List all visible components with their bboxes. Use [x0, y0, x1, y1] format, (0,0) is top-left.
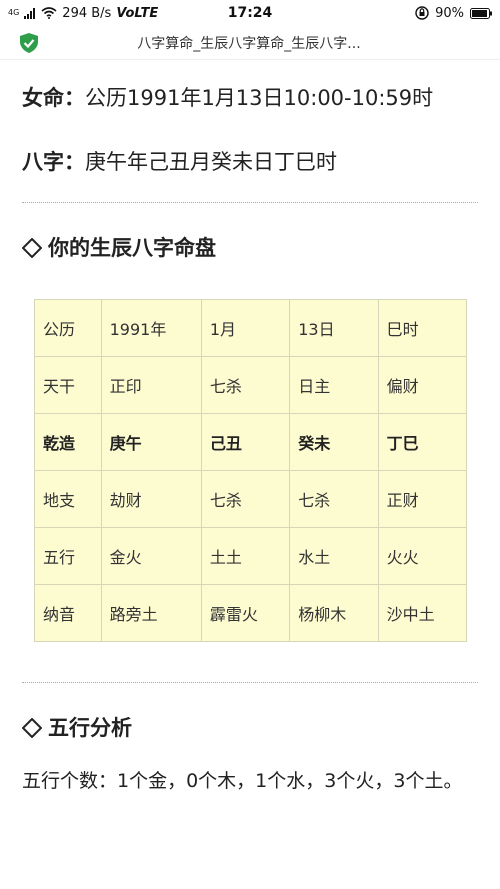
- table-cell: 七杀: [200, 356, 291, 414]
- battery-percent: 90%: [435, 5, 465, 21]
- network-type: 4G: [8, 8, 20, 17]
- birth-info-row: 女命：公历1991年1月13日10:00-10:59时: [22, 78, 478, 118]
- table-cell: 七杀: [289, 470, 379, 528]
- table-cell: 霹雷火: [200, 584, 291, 642]
- gender-label: 女命：: [22, 86, 85, 110]
- row-header-cell: 纳音: [34, 584, 102, 642]
- table-cell: 偏财: [377, 356, 468, 414]
- table-cell: 土土: [200, 527, 291, 585]
- main-content: 女命：公历1991年1月13日10:00-10:59时 八字：庚午年己丑月癸未日…: [0, 78, 500, 799]
- network-speed: 294 B/s: [62, 5, 112, 21]
- divider: [22, 202, 478, 203]
- table-cell: 杨柳木: [289, 584, 379, 642]
- table-row: 五行 金火 土土 水土 火火: [34, 527, 468, 585]
- divider: [22, 682, 478, 683]
- bazi-text: 庚午年己丑月癸未日丁巳时: [85, 150, 337, 174]
- table-row: 地支 劫财 七杀 七杀 正财: [34, 470, 468, 528]
- table-cell: 巳时: [377, 299, 468, 357]
- volte-indicator: VoLTE: [116, 5, 159, 21]
- wuxing-title: 五行分析: [48, 716, 132, 740]
- diamond-icon: [22, 718, 42, 738]
- table-row: 乾造 庚午 己丑 癸未 丁巳: [34, 413, 468, 471]
- signal-icon: [24, 7, 36, 19]
- diamond-icon: [22, 238, 42, 258]
- row-header-cell: 天干: [34, 356, 102, 414]
- chart-title: 你的生辰八字命盘: [48, 236, 216, 260]
- table-cell: 日主: [289, 356, 379, 414]
- table-cell: 1991年: [100, 299, 202, 357]
- table-cell: 正财: [377, 470, 468, 528]
- table-cell: 劫财: [100, 470, 202, 528]
- bazi-label: 八字：: [22, 150, 85, 174]
- wuxing-section-title: 五行分析: [22, 711, 478, 745]
- table-cell: 水土: [289, 527, 379, 585]
- table-row: 纳音 路旁土 霹雷火 杨柳木 沙中土: [34, 584, 468, 642]
- birth-text: 公历1991年1月13日10:00-10:59时: [85, 86, 434, 110]
- table-row: 天干 正印 七杀 日主 偏财: [34, 356, 468, 414]
- wifi-icon: [41, 7, 57, 19]
- table-cell: 1月: [200, 299, 291, 357]
- table-cell: 火火: [377, 527, 468, 585]
- bazi-chart-table: 公历 1991年 1月 13日 巳时 天干 正印 七杀 日主 偏财 乾造 庚午 己丑 癸未 丁巳 地支 劫财 七杀…: [34, 299, 468, 642]
- chart-section-title: 你的生辰八字命盘: [22, 231, 478, 265]
- clock: 17:24: [227, 5, 273, 21]
- browser-title-bar: 八字算命_生辰八字算命_生辰八字...: [0, 26, 500, 60]
- table-cell: 金火: [100, 527, 202, 585]
- table-cell: 庚午: [100, 413, 202, 471]
- table-cell: 沙中土: [377, 584, 468, 642]
- battery-icon: [470, 7, 493, 19]
- shield-check-icon[interactable]: [20, 32, 38, 53]
- row-header-cell: 五行: [34, 527, 102, 585]
- table-cell: 丁巳: [377, 413, 468, 471]
- table-cell: 正印: [100, 356, 202, 414]
- table-row: 公历 1991年 1月 13日 巳时: [34, 299, 468, 357]
- table-cell: 路旁土: [100, 584, 202, 642]
- row-header-cell: 地支: [34, 470, 102, 528]
- row-header-cell: 乾造: [34, 413, 102, 471]
- rotation-lock-icon: [415, 6, 429, 20]
- page-title: 八字算命_生辰八字算命_生辰八字...: [137, 35, 361, 52]
- wuxing-text: 五行个数：1个金，0个木，1个水，3个火，3个土。: [22, 770, 463, 792]
- table-cell: 己丑: [200, 413, 291, 471]
- bazi-row: 八字：庚午年己丑月癸未日丁巳时: [22, 142, 478, 182]
- table-cell: 七杀: [200, 470, 291, 528]
- table-cell: 13日: [289, 299, 379, 357]
- table-cell: 癸未: [289, 413, 379, 471]
- row-header-cell: 公历: [34, 299, 102, 357]
- status-bar: 4G 294 B/s VoLTE 17:24 90%: [0, 0, 500, 26]
